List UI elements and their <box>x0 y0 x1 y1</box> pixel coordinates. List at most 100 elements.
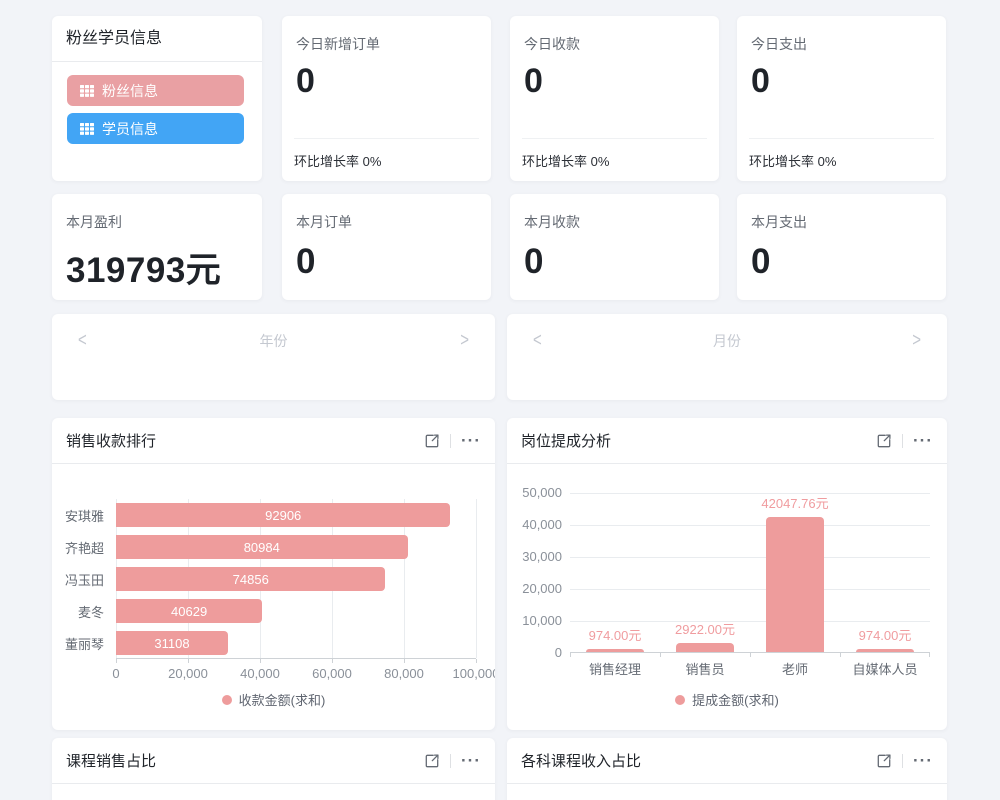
header-divider <box>902 754 903 768</box>
y-tick-label: 0 <box>512 645 562 661</box>
dashboard-page: 粉丝学员信息 粉丝信息 学员信息 今日新增订单 0 环比增长率 0% 今日收款 … <box>0 0 1000 800</box>
student-info-button[interactable]: 学员信息 <box>67 113 244 144</box>
y-tick-label: 50,000 <box>512 485 562 501</box>
chart-title: 销售收款排行 <box>66 430 424 451</box>
vbar-value-label: 974.00元 <box>825 625 945 644</box>
chart-legend[interactable]: 提成金额(求和) <box>507 690 947 709</box>
stat-label: 本月收款 <box>524 212 705 232</box>
header-divider <box>450 434 451 448</box>
vbar-value-label: 2922.00元 <box>645 619 765 638</box>
legend-label: 收款金额(求和) <box>239 690 326 709</box>
more-menu-icon[interactable]: ··· <box>461 754 481 768</box>
hbar-fill: 74856 <box>116 567 385 591</box>
x-tick-label: 40,000 <box>230 666 290 681</box>
category-label: 麦冬 <box>52 602 110 621</box>
chart-title: 岗位提成分析 <box>521 430 876 451</box>
category-label: 齐艳超 <box>52 538 110 557</box>
stat-card-today-expense: 今日支出 0 环比增长率 0% <box>737 16 946 181</box>
open-in-new-icon[interactable] <box>876 753 892 769</box>
stat-label: 今日收款 <box>524 34 705 54</box>
category-label: 安琪雅 <box>52 506 110 525</box>
card-title: 粉丝学员信息 <box>52 16 262 62</box>
more-menu-icon[interactable]: ··· <box>913 754 933 768</box>
grid-icon <box>80 123 94 135</box>
vbar-fill <box>766 517 824 652</box>
month-selector-card: < 月份 > <box>507 314 947 400</box>
chart-header: 岗位提成分析 ··· <box>507 418 947 464</box>
fan-info-button-label: 粉丝信息 <box>102 81 158 101</box>
bar-row: 齐艳超 80984 <box>52 531 495 563</box>
next-arrow-icon[interactable]: > <box>912 329 921 352</box>
bar-value-label: 31108 <box>154 636 189 651</box>
month-selector-label: 月份 <box>713 332 741 350</box>
chart-header: 课程销售占比 ··· <box>52 738 495 784</box>
legend-dot-icon <box>675 695 685 705</box>
x-tick-label: 20,000 <box>158 666 218 681</box>
x-tick-label: 100,000 <box>446 666 495 681</box>
subject-course-income-share-card: 各科课程收入占比 ··· <box>507 738 947 800</box>
vbar-fill <box>856 649 914 652</box>
fan-info-button[interactable]: 粉丝信息 <box>67 75 244 106</box>
stat-value: 0 <box>296 242 477 282</box>
stat-card-month-expense: 本月支出 0 <box>737 194 946 300</box>
x-tick-label: 60,000 <box>302 666 362 681</box>
chart-plot-area: 974.00元 2922.00元 42047.76元 974.00元 <box>570 493 930 653</box>
bar-row: 董丽琴 31108 <box>52 627 495 659</box>
bar-value-label: 92906 <box>265 508 301 523</box>
category-label: 董丽琴 <box>52 634 110 653</box>
stat-value: 0 <box>524 242 705 282</box>
stat-footer: 环比增长率 0% <box>749 138 934 181</box>
legend-label: 提成金额(求和) <box>692 690 779 709</box>
x-category-label: 自媒体人员 <box>830 659 940 678</box>
chart-title: 各科课程收入占比 <box>521 750 876 771</box>
bar-row: 安琪雅 92906 <box>52 499 495 531</box>
course-sales-share-card: 课程销售占比 ··· <box>52 738 495 800</box>
stat-value: 0 <box>751 242 932 282</box>
open-in-new-icon[interactable] <box>876 433 892 449</box>
stat-label: 今日支出 <box>751 34 932 54</box>
open-in-new-icon[interactable] <box>424 433 440 449</box>
hbar-fill: 92906 <box>116 503 450 527</box>
chart-header: 销售收款排行 ··· <box>52 418 495 464</box>
stat-label: 本月支出 <box>751 212 932 232</box>
category-label: 冯玉田 <box>52 570 110 589</box>
open-in-new-icon[interactable] <box>424 753 440 769</box>
prev-arrow-icon[interactable]: < <box>78 329 87 352</box>
stat-card-month-income: 本月收款 0 <box>510 194 719 300</box>
vbar-value-label: 42047.76元 <box>735 493 855 512</box>
hbar-fill: 31108 <box>116 631 228 655</box>
commission-analysis-chart-card: 岗位提成分析 ··· 50,000 40,000 30,000 20,000 1… <box>507 418 947 730</box>
stat-label: 今日新增订单 <box>296 34 477 54</box>
vbar-fill <box>676 643 734 652</box>
bar-row: 麦冬 40629 <box>52 595 495 627</box>
y-tick-label: 20,000 <box>512 581 562 597</box>
stat-footer: 环比增长率 0% <box>294 138 479 181</box>
more-menu-icon[interactable]: ··· <box>461 434 481 448</box>
fan-student-info-card: 粉丝学员信息 粉丝信息 学员信息 <box>52 16 262 181</box>
student-info-button-label: 学员信息 <box>102 119 158 139</box>
chart-header: 各科课程收入占比 ··· <box>507 738 947 784</box>
stat-card-today-income: 今日收款 0 环比增长率 0% <box>510 16 719 181</box>
x-tick-label: 80,000 <box>374 666 434 681</box>
sales-ranking-chart-card: 销售收款排行 ··· 安琪雅 92906 齐艳超 80984 冯玉田 74856 <box>52 418 495 730</box>
header-divider <box>902 434 903 448</box>
year-selector-card: < 年份 > <box>52 314 495 400</box>
stat-card-today-new-orders: 今日新增订单 0 环比增长率 0% <box>282 16 491 181</box>
chart-legend[interactable]: 收款金额(求和) <box>52 690 495 709</box>
stat-label: 本月盈利 <box>66 212 248 232</box>
stat-value: 319793元 <box>66 242 248 293</box>
x-tick-label: 0 <box>86 666 146 681</box>
more-menu-icon[interactable]: ··· <box>913 434 933 448</box>
stat-label: 本月订单 <box>296 212 477 232</box>
year-selector-label: 年份 <box>260 332 288 350</box>
grid-icon <box>80 85 94 97</box>
hbar-fill: 40629 <box>116 599 262 623</box>
stat-card-month-orders: 本月订单 0 <box>282 194 491 300</box>
bar-value-label: 74856 <box>233 572 269 587</box>
stat-value: 0 <box>296 62 477 101</box>
bar-value-label: 80984 <box>244 540 280 555</box>
stat-card-month-profit: 本月盈利 319793元 <box>52 194 262 300</box>
prev-arrow-icon[interactable]: < <box>533 329 542 352</box>
legend-dot-icon <box>222 695 232 705</box>
next-arrow-icon[interactable]: > <box>460 329 469 352</box>
